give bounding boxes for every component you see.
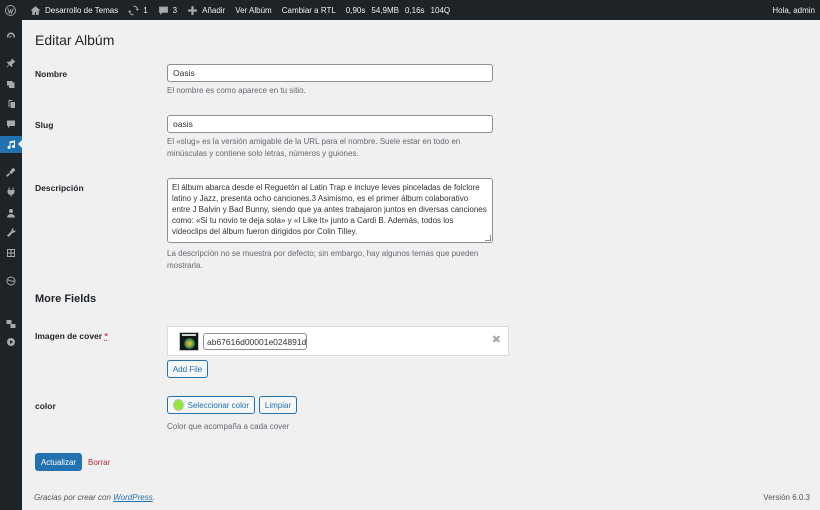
delete-link[interactable]: Borrar xyxy=(88,458,110,467)
home-icon xyxy=(30,5,41,16)
slug-label: Slug xyxy=(35,120,54,130)
description-label: Descripción xyxy=(35,183,84,193)
clear-color-button[interactable]: Limpiar xyxy=(259,396,297,414)
comments-link[interactable]: 3 xyxy=(153,0,182,20)
site-name: Desarrollo de Temas xyxy=(45,5,119,15)
pages-icon[interactable] xyxy=(0,95,22,112)
footer-thanks-text: Gracias por crear con xyxy=(34,493,114,502)
name-description: El nombre es como aparece en tu sitio. xyxy=(167,86,306,95)
cover-image-label: Imagen de cover * xyxy=(35,331,108,341)
plus-icon xyxy=(187,5,198,16)
footer-thanks: Gracias por crear con WordPress. xyxy=(34,493,155,502)
add-file-button[interactable]: Add File xyxy=(167,360,208,378)
page-title: Editar Albúm xyxy=(35,32,115,48)
resize-handle[interactable] xyxy=(485,235,491,241)
qm-db-time: 0,16s xyxy=(404,5,425,15)
slug-description-line-2: minúsculas y contiene solo letras, númer… xyxy=(167,149,359,158)
site-name-link[interactable]: Desarrollo de Temas xyxy=(25,0,123,20)
required-mark: * xyxy=(104,331,108,341)
color-label: color xyxy=(35,401,56,411)
select-color-label: Seleccionar color xyxy=(187,400,249,410)
update-button[interactable]: Actualizar xyxy=(35,453,82,471)
comment-icon xyxy=(158,5,169,16)
footer-version: Versión 6.0.3 xyxy=(763,493,810,502)
admin-sidebar xyxy=(0,20,22,510)
remove-file-icon[interactable]: ✖ xyxy=(492,334,501,346)
description-text: El álbum abarca desde el Reguetón al Lat… xyxy=(172,183,487,236)
plugins-icon[interactable] xyxy=(0,183,22,200)
color-swatch xyxy=(173,399,184,411)
comments-count: 3 xyxy=(172,5,178,15)
cover-file-id-input[interactable]: ab67616d00001e024891d xyxy=(203,333,307,350)
pin-icon[interactable] xyxy=(0,54,22,71)
media-icon[interactable] xyxy=(0,75,22,92)
updates-link[interactable]: 1 xyxy=(123,0,152,20)
comments-icon[interactable] xyxy=(0,115,22,132)
rtl-label: Cambiar a RTL xyxy=(281,5,336,15)
globe-icon[interactable] xyxy=(0,272,22,289)
description-textarea[interactable]: El álbum abarca desde el Reguetón al Lat… xyxy=(167,178,493,243)
cover-image-label-text: Imagen de cover xyxy=(35,331,103,341)
wordpress-link[interactable]: WordPress xyxy=(113,493,153,502)
description-help-line-1: La descripción no se muestra por defecto… xyxy=(167,249,479,258)
color-description: Color que acompaña a cada cover xyxy=(167,422,290,431)
greeting: Hola, admin xyxy=(772,5,815,15)
cover-file-box: ab67616d00001e024891d ✖ xyxy=(167,326,509,356)
wordpress-icon xyxy=(5,4,16,16)
main-content: Editar Albúm Nombre Oasis El nombre es c… xyxy=(22,20,820,510)
wp-logo-button[interactable] xyxy=(0,0,25,20)
settings-icon[interactable] xyxy=(0,244,22,261)
updates-count: 1 xyxy=(143,5,148,15)
more-fields-heading: More Fields xyxy=(35,293,97,305)
qm-time: 0,90s xyxy=(345,5,366,15)
music-icon[interactable] xyxy=(0,136,22,153)
appearance-icon[interactable] xyxy=(0,163,22,180)
account-menu[interactable]: Hola, admin xyxy=(767,0,820,20)
users-icon[interactable] xyxy=(0,204,22,221)
new-content-link[interactable]: Añadir xyxy=(182,0,230,20)
rtl-toggle-link[interactable]: Cambiar a RTL xyxy=(277,0,341,20)
query-monitor-link[interactable]: 0,90s 54,9MB 0,16s 104Q xyxy=(341,0,461,20)
view-album-link[interactable]: Ver Albúm xyxy=(230,0,276,20)
cover-thumbnail xyxy=(179,332,199,351)
play-icon[interactable] xyxy=(0,333,22,350)
qm-queries: 104Q xyxy=(430,5,451,15)
translate-icon[interactable] xyxy=(0,315,22,332)
admin-bar: Desarrollo de Temas 1 3 Añadir Ver Albúm… xyxy=(0,0,820,20)
slug-description-line-1: El «slug» es la versión amigable de la U… xyxy=(167,137,461,146)
new-label: Añadir xyxy=(202,5,226,15)
description-help-line-2: mostrarla. xyxy=(167,261,203,270)
select-color-button[interactable]: Seleccionar color xyxy=(167,396,255,414)
name-input[interactable]: Oasis xyxy=(167,64,493,82)
refresh-icon xyxy=(128,5,140,16)
slug-input[interactable]: oasis xyxy=(167,115,493,133)
footer-thanks-dot: . xyxy=(152,493,155,502)
view-album-label: Ver Albúm xyxy=(235,5,272,15)
qm-memory: 54,9MB xyxy=(371,5,399,15)
name-label: Nombre xyxy=(35,69,68,79)
dashboard-icon[interactable] xyxy=(0,27,22,44)
tools-icon[interactable] xyxy=(0,224,22,241)
